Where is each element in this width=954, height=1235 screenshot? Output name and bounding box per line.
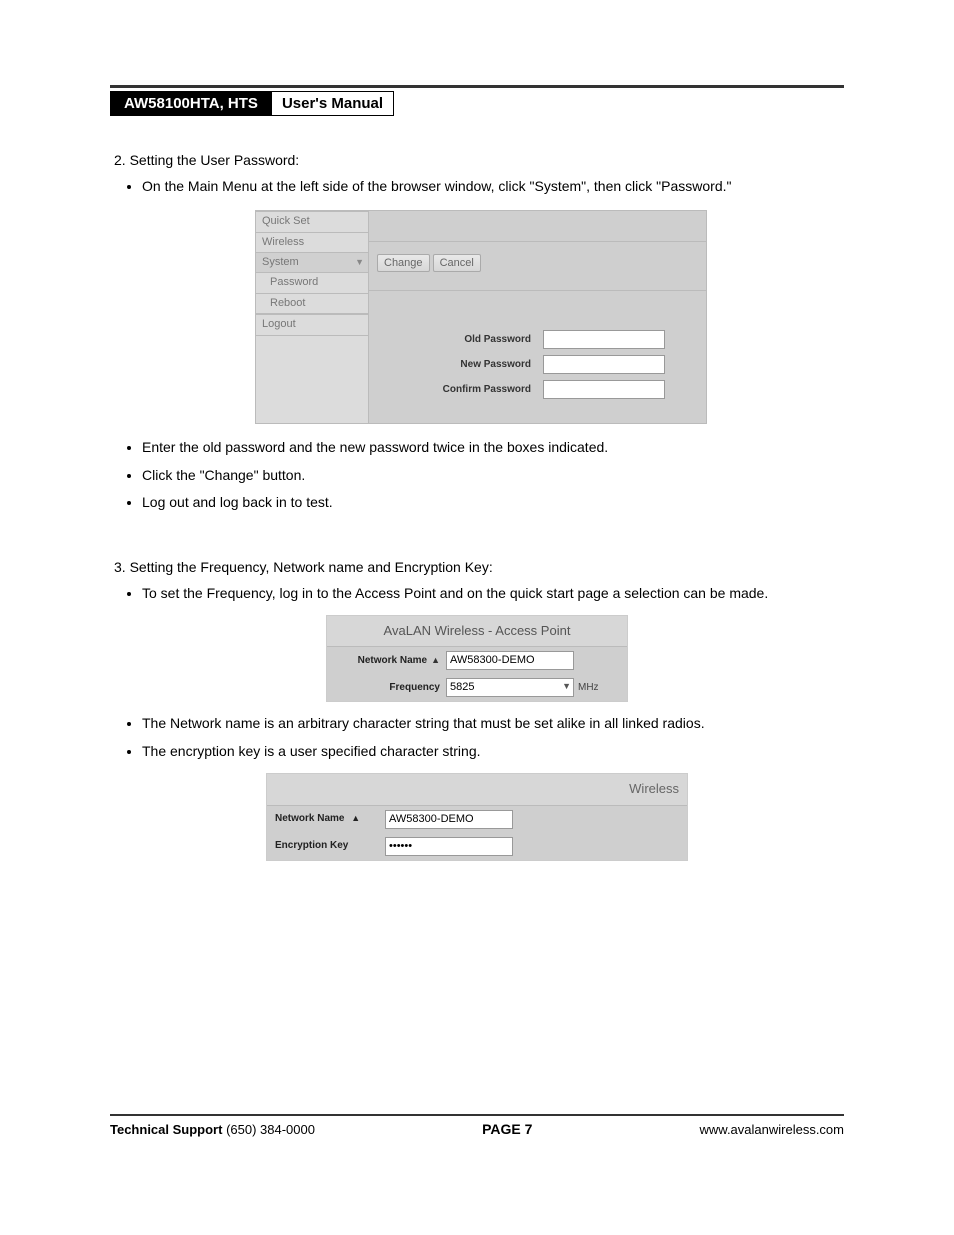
step2-bullet-main: On the Main Menu at the left side of the… [142, 177, 844, 197]
access-point-screenshot: AvaLAN Wireless - Access Point Network N… [326, 615, 628, 702]
wl-netname-input[interactable]: AW58300-DEMO [385, 810, 513, 829]
step2-bullet-2: Click the "Change" button. [142, 466, 844, 486]
ap-netname-label: Network Name▲ [335, 654, 446, 668]
menu-system[interactable]: System ▼ [256, 253, 368, 273]
footer-support-label: Technical Support [110, 1122, 222, 1137]
step2-title: 2. Setting the User Password: [114, 151, 844, 171]
step-password: 2. Setting the User Password: On the Mai… [110, 151, 844, 513]
confirm-password-label: Confirm Password [381, 383, 543, 397]
page-footer: Technical Support (650) 384-0000 PAGE 7 … [110, 1114, 844, 1137]
header-rule [110, 85, 844, 88]
confirm-password-input[interactable] [543, 380, 665, 399]
change-button[interactable]: Change [377, 254, 430, 272]
password-screenshot: Quick Set Wireless System ▼ Password Reb… [255, 210, 707, 424]
ap-freq-label: Frequency [335, 681, 446, 695]
menu-reboot[interactable]: Reboot [256, 294, 368, 314]
old-password-label: Old Password [381, 333, 543, 347]
wl-title: Wireless [267, 774, 687, 805]
menu-password[interactable]: Password [256, 273, 368, 293]
footer-page-number: PAGE 7 [482, 1121, 532, 1137]
tab-bar [369, 211, 706, 242]
step3-bullet-2: The Network name is an arbitrary charact… [142, 714, 844, 734]
step3-bullet-3: The encryption key is a user specified c… [142, 742, 844, 762]
ap-freq-select[interactable]: 5825 ▼ [446, 678, 574, 697]
footer-url: www.avalanwireless.com [700, 1122, 845, 1137]
sort-up-icon: ▲ [351, 813, 360, 823]
cancel-button[interactable]: Cancel [433, 254, 481, 272]
header-model: AW58100HTA, HTS [110, 91, 272, 116]
footer-support: Technical Support (650) 384-0000 [110, 1122, 315, 1137]
step-frequency: 3. Setting the Frequency, Network name a… [110, 558, 844, 861]
menu-quickset[interactable]: Quick Set [256, 211, 368, 232]
step2-bullet-3: Log out and log back in to test. [142, 493, 844, 513]
chevron-down-icon: ▼ [355, 256, 364, 269]
ap-title: AvaLAN Wireless - Access Point [327, 616, 627, 647]
wl-netname-label: Network Name ▲ [275, 812, 385, 826]
wireless-screenshot: Wireless Network Name ▲ AW58300-DEMO Enc… [266, 773, 688, 860]
ap-freq-value: 5825 [450, 681, 474, 693]
sort-up-icon: ▲ [431, 654, 440, 667]
menu-system-label: System [262, 256, 299, 268]
ap-freq-unit: MHz [578, 681, 599, 695]
footer-support-phone: (650) 384-0000 [226, 1122, 315, 1137]
menu-logout[interactable]: Logout [256, 315, 368, 335]
header-doc-title: User's Manual [272, 91, 394, 116]
step3-title: 3. Setting the Frequency, Network name a… [114, 558, 844, 578]
wl-enc-input[interactable]: •••••• [385, 837, 513, 856]
menu-wireless[interactable]: Wireless [256, 233, 368, 253]
new-password-label: New Password [381, 358, 543, 372]
wl-enc-label: Encryption Key [275, 839, 385, 853]
chevron-down-icon: ▼ [562, 680, 571, 693]
header-band: AW58100HTA, HTS User's Manual [110, 91, 844, 116]
new-password-input[interactable] [543, 355, 665, 374]
ap-netname-input[interactable]: AW58300-DEMO [446, 651, 574, 670]
step3-bullet-1: To set the Frequency, log in to the Acce… [142, 584, 844, 604]
old-password-input[interactable] [543, 330, 665, 349]
step2-bullet-1: Enter the old password and the new passw… [142, 438, 844, 458]
